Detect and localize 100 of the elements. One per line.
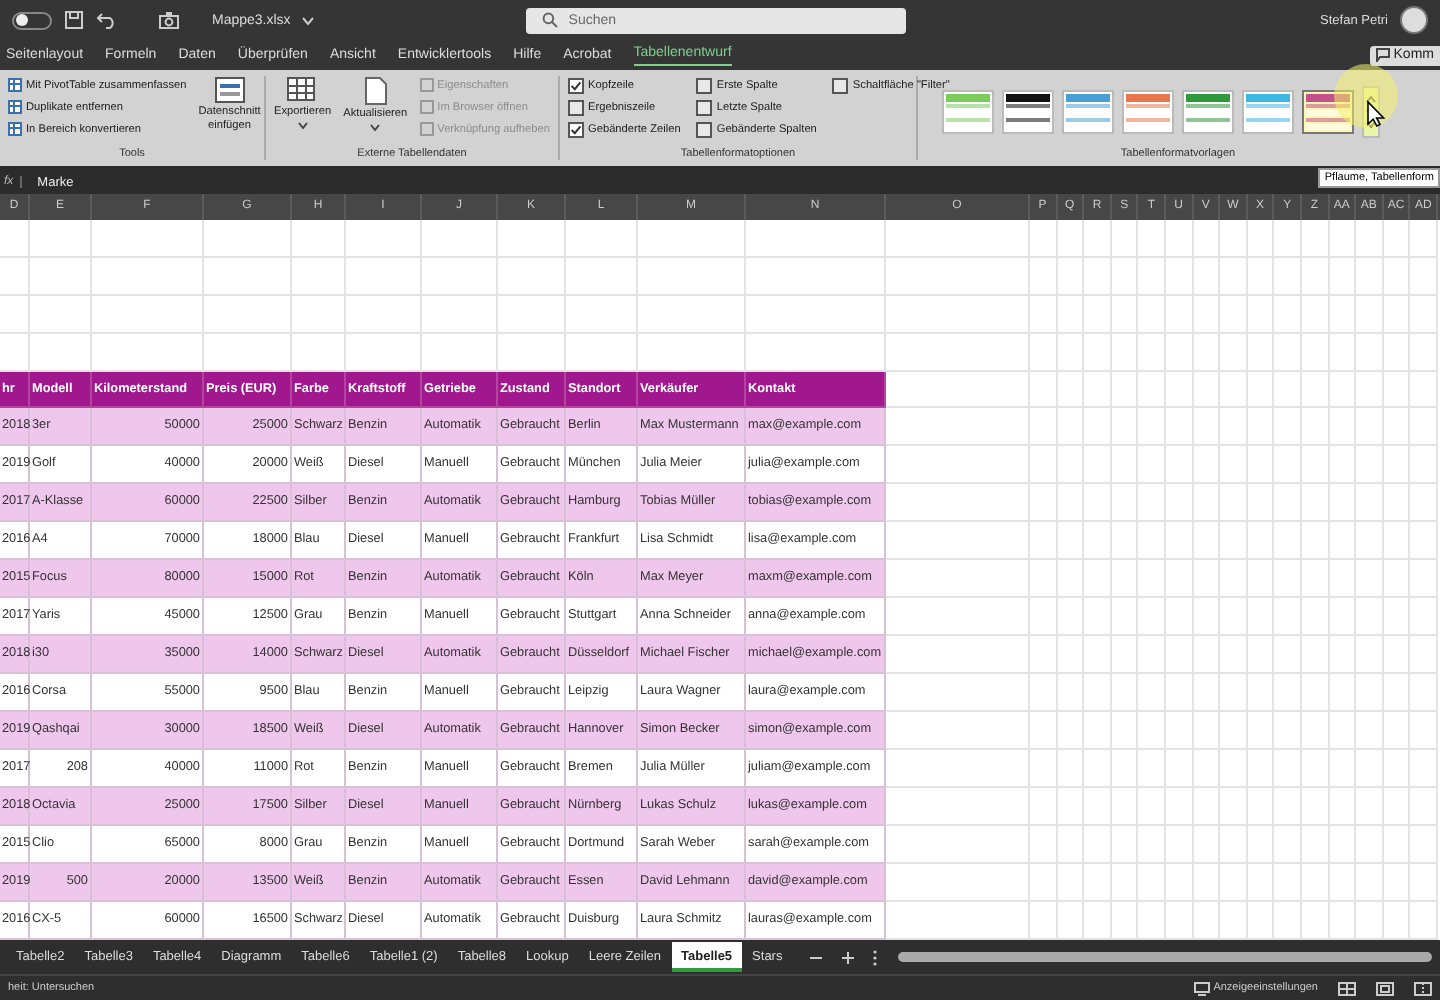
- grid-cell: [1111, 788, 1139, 826]
- grid-cell: [1165, 788, 1194, 826]
- grid-cell: [1301, 484, 1330, 522]
- grid-cell: [1383, 484, 1411, 522]
- grid-cell: [204, 258, 292, 296]
- grid-cell: [1193, 522, 1221, 560]
- grid-cell: [886, 296, 1030, 334]
- grid-cell: [1356, 674, 1384, 712]
- grid-cell: [422, 220, 498, 258]
- grid-cell: [1138, 598, 1166, 636]
- grid-cell: [886, 826, 1030, 864]
- grid-cell: [1138, 750, 1166, 788]
- grid-cell: [1057, 258, 1085, 296]
- grid-cell: [1329, 560, 1357, 598]
- grid-cell: [1165, 334, 1194, 372]
- grid-cell: [1138, 258, 1166, 296]
- grid-cell: [1084, 826, 1112, 864]
- grid-cell: [1383, 674, 1411, 712]
- grid-cell: [1329, 750, 1357, 788]
- grid-cell: [886, 334, 1030, 372]
- page-layout-view-icon[interactable]: [1376, 981, 1394, 995]
- grid-cell: [498, 258, 566, 296]
- grid-cell: [1220, 334, 1248, 372]
- grid-cell: [1057, 446, 1085, 484]
- grid-cell: [1165, 864, 1194, 902]
- grid-cell: [566, 220, 638, 258]
- grid-cell: [1356, 408, 1384, 446]
- grid-cell: [1410, 788, 1438, 826]
- grid-cell: [1030, 560, 1058, 598]
- caret-icon[interactable]: [302, 15, 315, 25]
- grid-cell: [1165, 446, 1194, 484]
- grid-cell: [1193, 446, 1221, 484]
- checkbox[interactable]: [696, 77, 713, 93]
- checkbox[interactable]: [568, 121, 584, 137]
- grid-cell: [1165, 712, 1194, 750]
- table-style-swatch[interactable]: [1242, 90, 1294, 134]
- grid-cell: [1057, 372, 1085, 408]
- grid-cell: [1057, 598, 1085, 636]
- grid-cell: [1329, 712, 1357, 750]
- grid-cell: [1165, 484, 1194, 522]
- grid-cell: [1030, 864, 1058, 902]
- grid-cell: [1111, 258, 1139, 296]
- grid-cell: [886, 522, 1030, 560]
- grid-cell: [1301, 826, 1330, 864]
- table-style-swatch[interactable]: [1122, 90, 1174, 134]
- grid-cell: [1274, 220, 1302, 258]
- camera-icon[interactable]: [158, 10, 180, 30]
- plus-icon[interactable]: [840, 949, 857, 965]
- grid-cell: [1356, 826, 1384, 864]
- grid-cell: [1220, 864, 1248, 902]
- grid-cell: [1356, 864, 1384, 902]
- grid-cell: [1220, 522, 1248, 560]
- autosave-toggle[interactable]: [12, 11, 52, 29]
- grid-cell: [1111, 522, 1139, 560]
- normal-view-icon[interactable]: [1338, 981, 1356, 995]
- grid-cell: [1410, 560, 1438, 598]
- save-icon[interactable]: [64, 10, 84, 30]
- grid-cell: [1193, 598, 1221, 636]
- grid-cell: [1301, 334, 1330, 372]
- monitor-icon: [1193, 981, 1210, 995]
- grid-cell: [292, 220, 346, 258]
- checkbox[interactable]: [696, 99, 713, 115]
- grid-cell: [1247, 220, 1275, 258]
- checkbox[interactable]: [568, 77, 584, 93]
- horizontal-scrollbar[interactable]: [898, 952, 1432, 962]
- table-style-swatch[interactable]: [1182, 90, 1234, 134]
- grid-cell: [1084, 334, 1112, 372]
- undo-icon[interactable]: [96, 10, 118, 30]
- page-break-view-icon[interactable]: [1414, 981, 1432, 995]
- grid-cell: [1165, 826, 1194, 864]
- grid-cell: [1138, 372, 1166, 408]
- grid-cell: [1138, 220, 1166, 258]
- grid-cell: [1410, 636, 1438, 674]
- checkbox[interactable]: [832, 77, 849, 93]
- grid-cell: [1030, 750, 1058, 788]
- grid-cell: [1356, 788, 1384, 826]
- grid-cell: [1030, 522, 1058, 560]
- grid-cell: [1193, 826, 1221, 864]
- grid-cell: [1247, 598, 1275, 636]
- grid-cell: [1356, 296, 1384, 334]
- grid-cell: [346, 220, 422, 258]
- grid-cell: [1030, 826, 1058, 864]
- grid-cell: [1410, 446, 1438, 484]
- grid-cell: [1165, 560, 1194, 598]
- more-icon[interactable]: [872, 949, 879, 965]
- grid-cell: [1274, 598, 1302, 636]
- table-style-swatch[interactable]: [942, 90, 994, 134]
- grid-cell: [1084, 408, 1112, 446]
- grid-cell: [1084, 560, 1112, 598]
- avatar[interactable]: [1400, 6, 1428, 34]
- table-style-swatch[interactable]: [1002, 90, 1054, 134]
- table-style-swatch[interactable]: [1302, 90, 1354, 134]
- checkbox[interactable]: [696, 121, 713, 137]
- checkbox[interactable]: [568, 99, 584, 115]
- grid-cell: [886, 788, 1030, 826]
- grid-cell: [1274, 334, 1302, 372]
- grid-cell: [1383, 522, 1411, 560]
- grid-cell: [1274, 372, 1302, 408]
- grid-cell: [1111, 598, 1139, 636]
- table-style-swatch[interactable]: [1062, 90, 1114, 134]
